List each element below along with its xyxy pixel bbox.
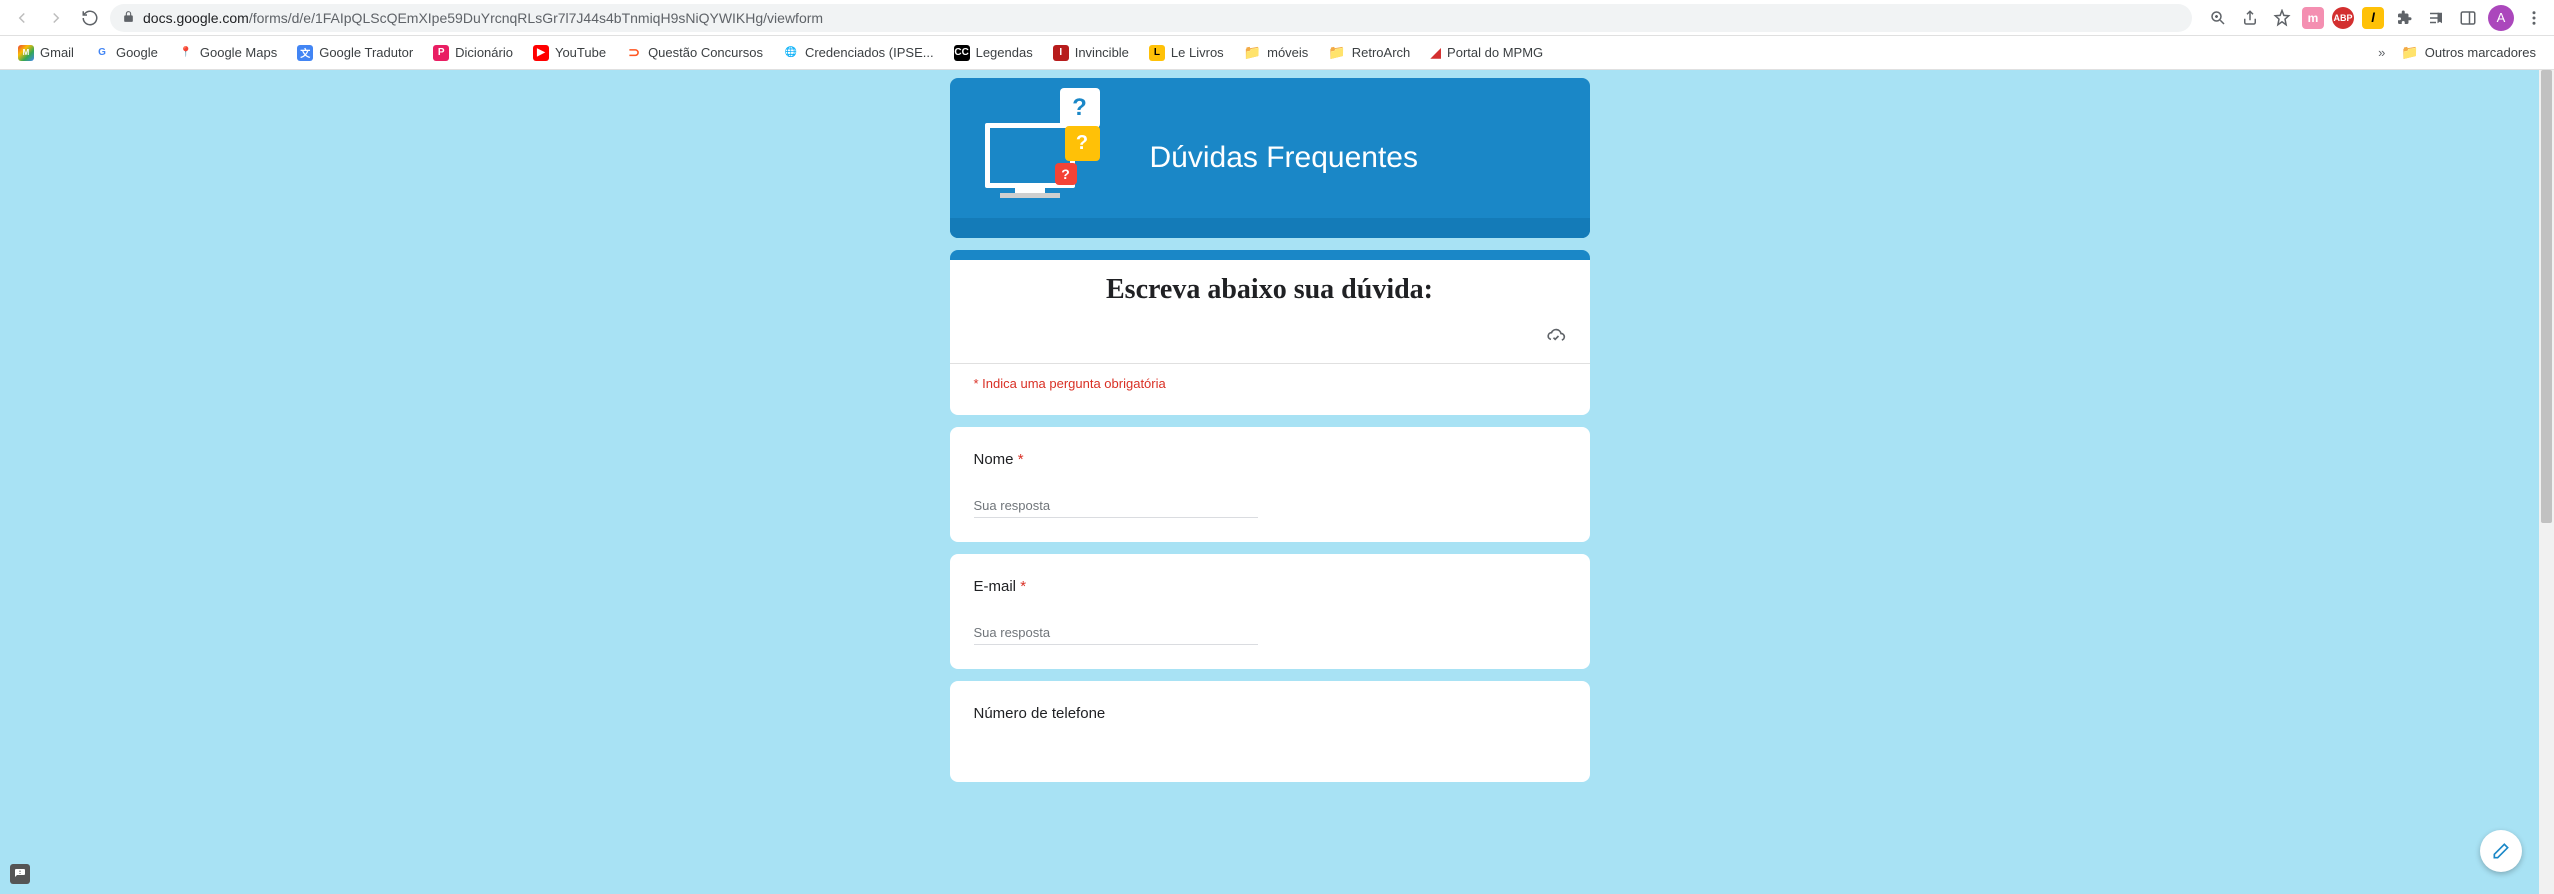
vertical-scrollbar[interactable] <box>2539 70 2554 894</box>
question-card-telefone: Número de telefone <box>950 681 1590 782</box>
bookmark-label: Outros marcadores <box>2425 45 2536 60</box>
portal-icon: ◢ <box>1430 44 1441 61</box>
extension-m[interactable]: m <box>2302 7 2324 29</box>
invincible-icon: I <box>1053 45 1069 61</box>
url-path: /forms/d/e/1FAIpQLScQEmXIpe59DuYrcnqRLsG… <box>249 10 823 26</box>
bookmarks-overflow[interactable]: » <box>2374 41 2389 64</box>
bookmark-label: Legendas <box>976 45 1033 60</box>
bookmark-label: Google Tradutor <box>319 45 413 60</box>
side-panel-icon[interactable] <box>2456 6 2480 30</box>
bookmark-invincible[interactable]: I Invincible <box>1045 41 1137 65</box>
page-viewport: ? ? ? Dúvidas Frequentes Escreva abaixo … <box>0 70 2554 894</box>
bookmark-legendas[interactable]: CC Legendas <box>946 41 1041 65</box>
share-icon[interactable] <box>2238 6 2262 30</box>
question-label: Número de telefone <box>974 705 1566 722</box>
page-content: ? ? ? Dúvidas Frequentes Escreva abaixo … <box>0 70 2539 894</box>
scrollbar-thumb[interactable] <box>2541 70 2552 523</box>
bookmark-lelivros[interactable]: L Le Livros <box>1141 41 1232 65</box>
bookmark-label: YouTube <box>555 45 606 60</box>
bookmark-label: Portal do MPMG <box>1447 45 1543 60</box>
subtitles-icon: CC <box>954 45 970 61</box>
edit-form-button[interactable] <box>2480 830 2522 872</box>
bookmark-label: Gmail <box>40 45 74 60</box>
maps-icon: 📍 <box>178 45 194 61</box>
bookmark-portal[interactable]: ◢ Portal do MPMG <box>1422 40 1551 65</box>
bookmarks-bar: M Gmail G Google 📍 Google Maps 文 Google Trad… <box>0 36 2554 70</box>
url-domain: docs.google.com <box>143 10 249 26</box>
banner-graphic: ? ? ? <box>950 78 1150 238</box>
forward-button[interactable] <box>42 4 70 32</box>
question-bubble-icon: ? <box>1065 126 1100 161</box>
bookmark-maps[interactable]: 📍 Google Maps <box>170 41 285 65</box>
bookmark-google[interactable]: G Google <box>86 41 166 65</box>
bookmark-gmail[interactable]: M Gmail <box>10 41 82 65</box>
globe-icon: 🌐 <box>783 45 799 61</box>
bookmark-label: Google <box>116 45 158 60</box>
zoom-icon[interactable] <box>2206 6 2230 30</box>
bookmark-credenciados[interactable]: 🌐 Credenciados (IPSE... <box>775 41 942 65</box>
bookmark-label: Credenciados (IPSE... <box>805 45 934 60</box>
report-problem-button[interactable] <box>10 864 30 884</box>
form-title: Escreva abaixo sua dúvida: <box>974 274 1566 306</box>
banner-title: Dúvidas Frequentes <box>1150 141 1418 175</box>
reload-button[interactable] <box>76 4 104 32</box>
bookmark-label: móveis <box>1267 45 1308 60</box>
extension-y[interactable]: l <box>2362 7 2384 29</box>
bookmark-label: Invincible <box>1075 45 1129 60</box>
input-email[interactable] <box>974 621 1258 645</box>
youtube-icon: ▶ <box>533 45 549 61</box>
questao-icon: ⊃ <box>626 45 642 61</box>
bookmark-label: Google Maps <box>200 45 277 60</box>
address-bar[interactable]: docs.google.com/forms/d/e/1FAIpQLScQEmXI… <box>110 4 2192 32</box>
bookmark-moveis[interactable]: 📁 móveis <box>1236 40 1317 65</box>
chrome-menu-icon[interactable] <box>2522 6 2546 30</box>
extensions-icon[interactable] <box>2392 6 2416 30</box>
folder-icon: 📁 <box>2401 44 2418 61</box>
question-card-nome: Nome * <box>950 427 1590 542</box>
translate-icon: 文 <box>297 45 313 61</box>
question-card-email: E-mail * <box>950 554 1590 669</box>
bookmark-tradutor[interactable]: 文 Google Tradutor <box>289 41 421 65</box>
required-note: * Indica uma pergunta obrigatória <box>974 364 1566 391</box>
question-label: Nome * <box>974 451 1566 468</box>
browser-toolbar: docs.google.com/forms/d/e/1FAIpQLScQEmXI… <box>0 0 2554 36</box>
profile-avatar[interactable]: A <box>2488 5 2514 31</box>
dictionary-icon: P <box>433 45 449 61</box>
bookmark-label: Le Livros <box>1171 45 1224 60</box>
lelivros-icon: L <box>1149 45 1165 61</box>
folder-icon: 📁 <box>1328 44 1345 61</box>
input-nome[interactable] <box>974 494 1258 518</box>
form-banner: ? ? ? Dúvidas Frequentes <box>950 78 1590 238</box>
bookmark-label: RetroArch <box>1352 45 1411 60</box>
bookmark-dicionario[interactable]: P Dicionário <box>425 41 521 65</box>
cloud-saved-icon[interactable] <box>1546 326 1566 351</box>
question-label: E-mail * <box>974 578 1566 595</box>
bookmark-retroarch[interactable]: 📁 RetroArch <box>1320 40 1418 65</box>
gmail-icon: M <box>18 45 34 61</box>
folder-icon: 📁 <box>1244 44 1261 61</box>
bookmark-outros[interactable]: 📁 Outros marcadores <box>2393 40 2544 65</box>
question-bubble-icon: ? <box>1060 88 1100 128</box>
bookmark-star-icon[interactable] <box>2270 6 2294 30</box>
bookmark-questao[interactable]: ⊃ Questão Concursos <box>618 41 771 65</box>
lock-icon <box>122 10 135 26</box>
bookmark-youtube[interactable]: ▶ YouTube <box>525 41 614 65</box>
extension-abp[interactable]: ABP <box>2332 7 2354 29</box>
google-icon: G <box>94 45 110 61</box>
bookmark-label: Questão Concursos <box>648 45 763 60</box>
back-button[interactable] <box>8 4 36 32</box>
form-title-card: Escreva abaixo sua dúvida: * Indica uma … <box>950 250 1590 415</box>
question-bubble-icon: ? <box>1055 163 1077 185</box>
bookmark-label: Dicionário <box>455 45 513 60</box>
reading-list-icon[interactable] <box>2424 6 2448 30</box>
